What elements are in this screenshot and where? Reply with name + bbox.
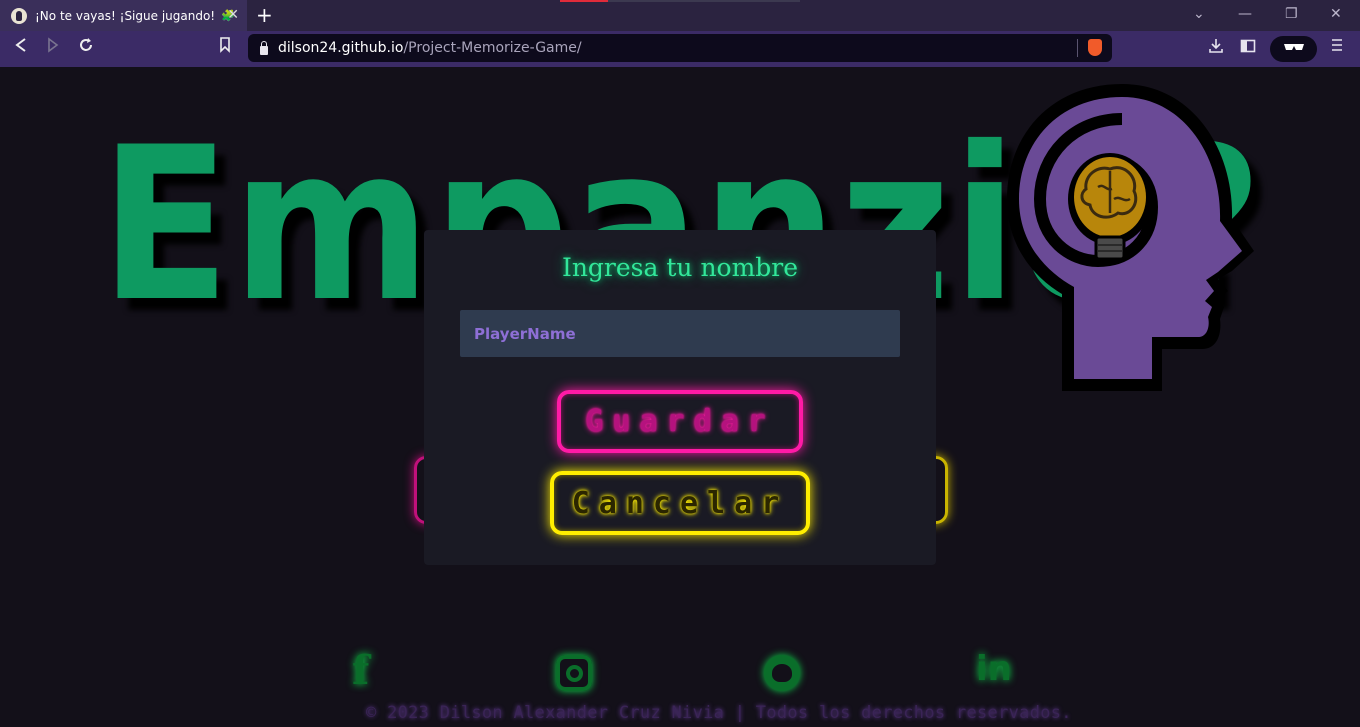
bookmark-icon[interactable] [219,37,231,57]
tab-indicator-track [608,0,800,2]
restore-window-button[interactable]: ❐ [1285,6,1298,22]
tab-search-chevron-icon[interactable]: ⌄ [1193,6,1205,22]
player-name-input[interactable] [460,310,900,357]
hamburger-menu-icon[interactable] [1331,38,1343,56]
back-arrow-icon[interactable] [14,37,28,57]
reload-icon[interactable] [78,37,94,57]
private-glasses-icon[interactable] [1270,36,1317,62]
cancel-button[interactable]: Cancelar [550,471,810,535]
facebook-icon[interactable]: f [352,647,369,694]
download-icon[interactable] [1208,38,1224,58]
footer-copyright: © 2023 Dilson Alexander Cruz Nivia | Tod… [366,703,1072,723]
game-page: Empanzio? Ingresa tu nombre Guardar Canc… [0,67,1360,727]
tab-progress-indicator [560,0,608,2]
browser-tab-active[interactable]: ¡No te vayas! ¡Sigue jugando! 🧩 ✕ [0,0,247,31]
forward-arrow-icon[interactable] [46,37,60,57]
minimize-window-button[interactable]: — [1238,6,1252,22]
browser-toolbar: dilson24.github.io /Project-Memorize-Gam… [0,31,1360,67]
sidebar-icon[interactable] [1240,38,1256,58]
modal-title: Ingresa tu nombre [561,253,799,282]
player-name-modal: Ingresa tu nombre Guardar Cancelar [424,230,936,565]
head-brain-bulb-icon [1007,84,1254,391]
brave-shield-icon[interactable] [1088,39,1102,56]
lock-icon [260,40,268,55]
url-path: /Project-Memorize-Game/ [403,40,582,56]
address-bar[interactable]: dilson24.github.io /Project-Memorize-Gam… [248,34,1112,62]
linkedin-icon[interactable]: in [976,649,1012,689]
site-favicon-icon [11,7,27,24]
url-divider [1077,39,1078,57]
browser-tabstrip: ¡No te vayas! ¡Sigue jugando! 🧩 ✕ + ⌄ — … [0,0,1360,31]
url-host: dilson24.github.io [278,40,404,56]
github-icon[interactable] [764,655,800,691]
close-window-button[interactable]: ✕ [1330,6,1342,22]
instagram-icon[interactable] [556,655,592,691]
new-tab-button[interactable]: + [256,4,273,26]
tab-title: ¡No te vayas! ¡Sigue jugando! [35,8,216,23]
save-button[interactable]: Guardar [557,390,803,453]
tab-close-icon[interactable]: ✕ [227,7,239,23]
